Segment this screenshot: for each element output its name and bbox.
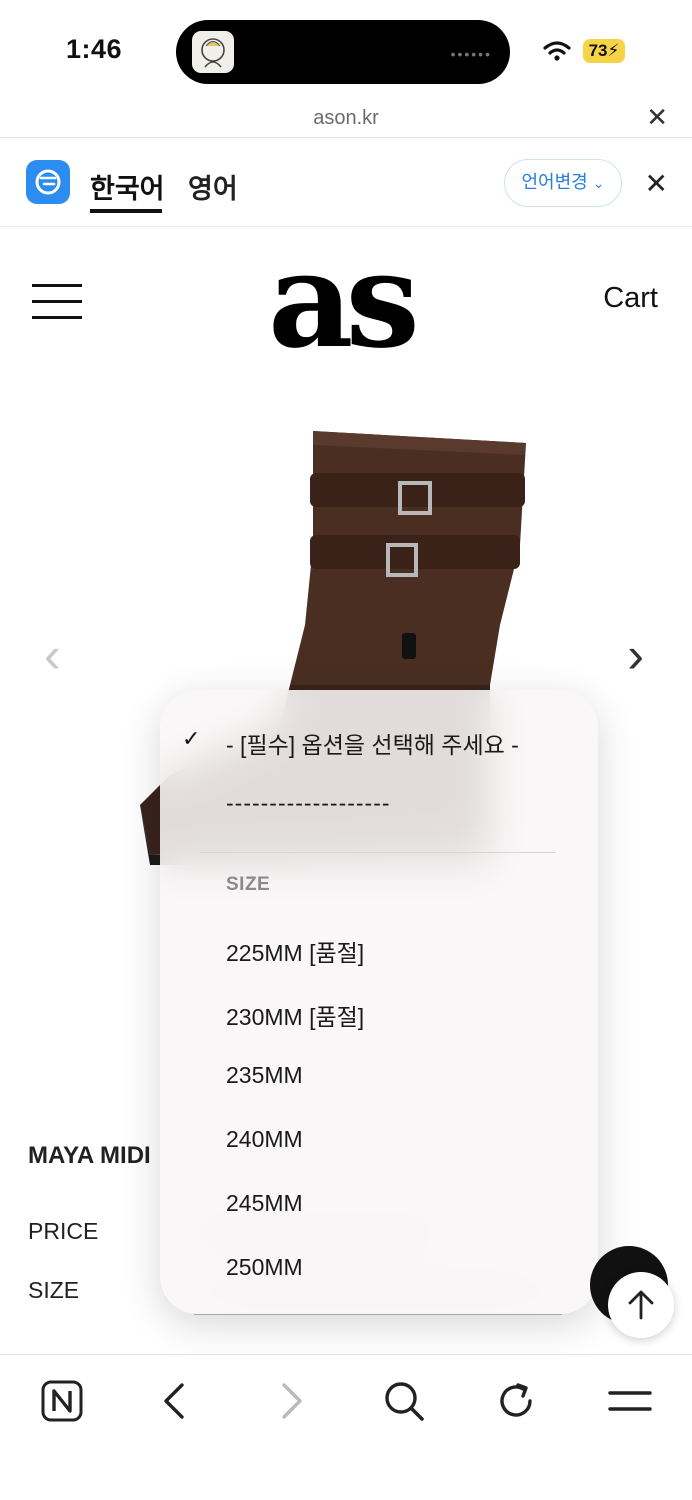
- next-image-icon[interactable]: ›: [627, 626, 644, 684]
- change-language-label: 언어변경: [521, 172, 588, 192]
- tab-korean[interactable]: 한국어: [90, 167, 165, 206]
- size-select-underline: [194, 1314, 562, 1315]
- menu-option-size[interactable]: 250MM: [226, 1254, 303, 1281]
- menu-option-size[interactable]: 225MM [품절]: [226, 934, 364, 968]
- more-menu-icon[interactable]: [606, 1377, 654, 1425]
- arrow-up-icon: [628, 1290, 654, 1320]
- island-dots-icon: ••••••: [450, 46, 492, 62]
- chevron-down-icon: ⌄: [592, 175, 605, 191]
- menu-option-divider[interactable]: -------------------: [226, 790, 391, 817]
- search-icon[interactable]: [380, 1377, 428, 1425]
- checkmark-icon: ✓: [182, 726, 201, 751]
- status-time: 1:46: [66, 34, 123, 64]
- back-icon[interactable]: [152, 1377, 200, 1425]
- price-label: PRICE: [28, 1218, 99, 1244]
- url-close-icon[interactable]: ✕: [646, 102, 668, 133]
- dynamic-island: ••••••: [176, 20, 510, 84]
- forward-icon[interactable]: [266, 1377, 314, 1425]
- menu-option-size[interactable]: 240MM: [226, 1126, 303, 1153]
- menu-option-size[interactable]: 235MM: [226, 1062, 303, 1089]
- refresh-icon[interactable]: [492, 1377, 540, 1425]
- size-option-menu[interactable]: ✓ - [필수] 옵션을 선택해 주세요 - -----------------…: [160, 690, 598, 1314]
- size-label: SIZE: [28, 1277, 80, 1303]
- menu-group-header: SIZE: [226, 874, 271, 895]
- wifi-icon: [543, 41, 571, 61]
- prev-image-icon[interactable]: ‹: [44, 626, 61, 684]
- translate-close-icon[interactable]: ✕: [645, 167, 668, 200]
- url-bar[interactable]: ason.kr ✕: [0, 100, 692, 138]
- battery-level: 73: [588, 41, 608, 60]
- change-language-button[interactable]: 언어변경 ⌄: [504, 159, 622, 207]
- charging-icon: ⚡: [607, 41, 620, 60]
- status-bar: 1:46 •••••• 73⚡: [0, 0, 692, 100]
- translate-app-icon: [26, 160, 70, 204]
- menu-option-size[interactable]: 245MM: [226, 1190, 303, 1217]
- browser-toolbar: [0, 1354, 692, 1500]
- now-playing-app-icon: [192, 31, 234, 73]
- battery-indicator: 73⚡: [583, 39, 625, 63]
- tab-english[interactable]: 영어: [188, 167, 238, 206]
- menu-icon[interactable]: [32, 284, 82, 320]
- menu-separator: [200, 852, 556, 853]
- url-domain[interactable]: ason.kr: [0, 107, 692, 130]
- active-tab-indicator: [90, 209, 162, 213]
- scroll-to-top-button[interactable]: [608, 1272, 674, 1338]
- translate-bar: 한국어 영어 언어변경 ⌄ ✕: [0, 139, 692, 227]
- product-name: MAYA MIDI: [28, 1142, 151, 1169]
- naver-home-icon[interactable]: [38, 1377, 86, 1425]
- site-logo[interactable]: as: [268, 235, 428, 367]
- menu-option-size[interactable]: 230MM [품절]: [226, 998, 364, 1032]
- cart-link[interactable]: Cart: [603, 282, 658, 315]
- menu-option-placeholder[interactable]: - [필수] 옵션을 선택해 주세요 -: [226, 726, 519, 760]
